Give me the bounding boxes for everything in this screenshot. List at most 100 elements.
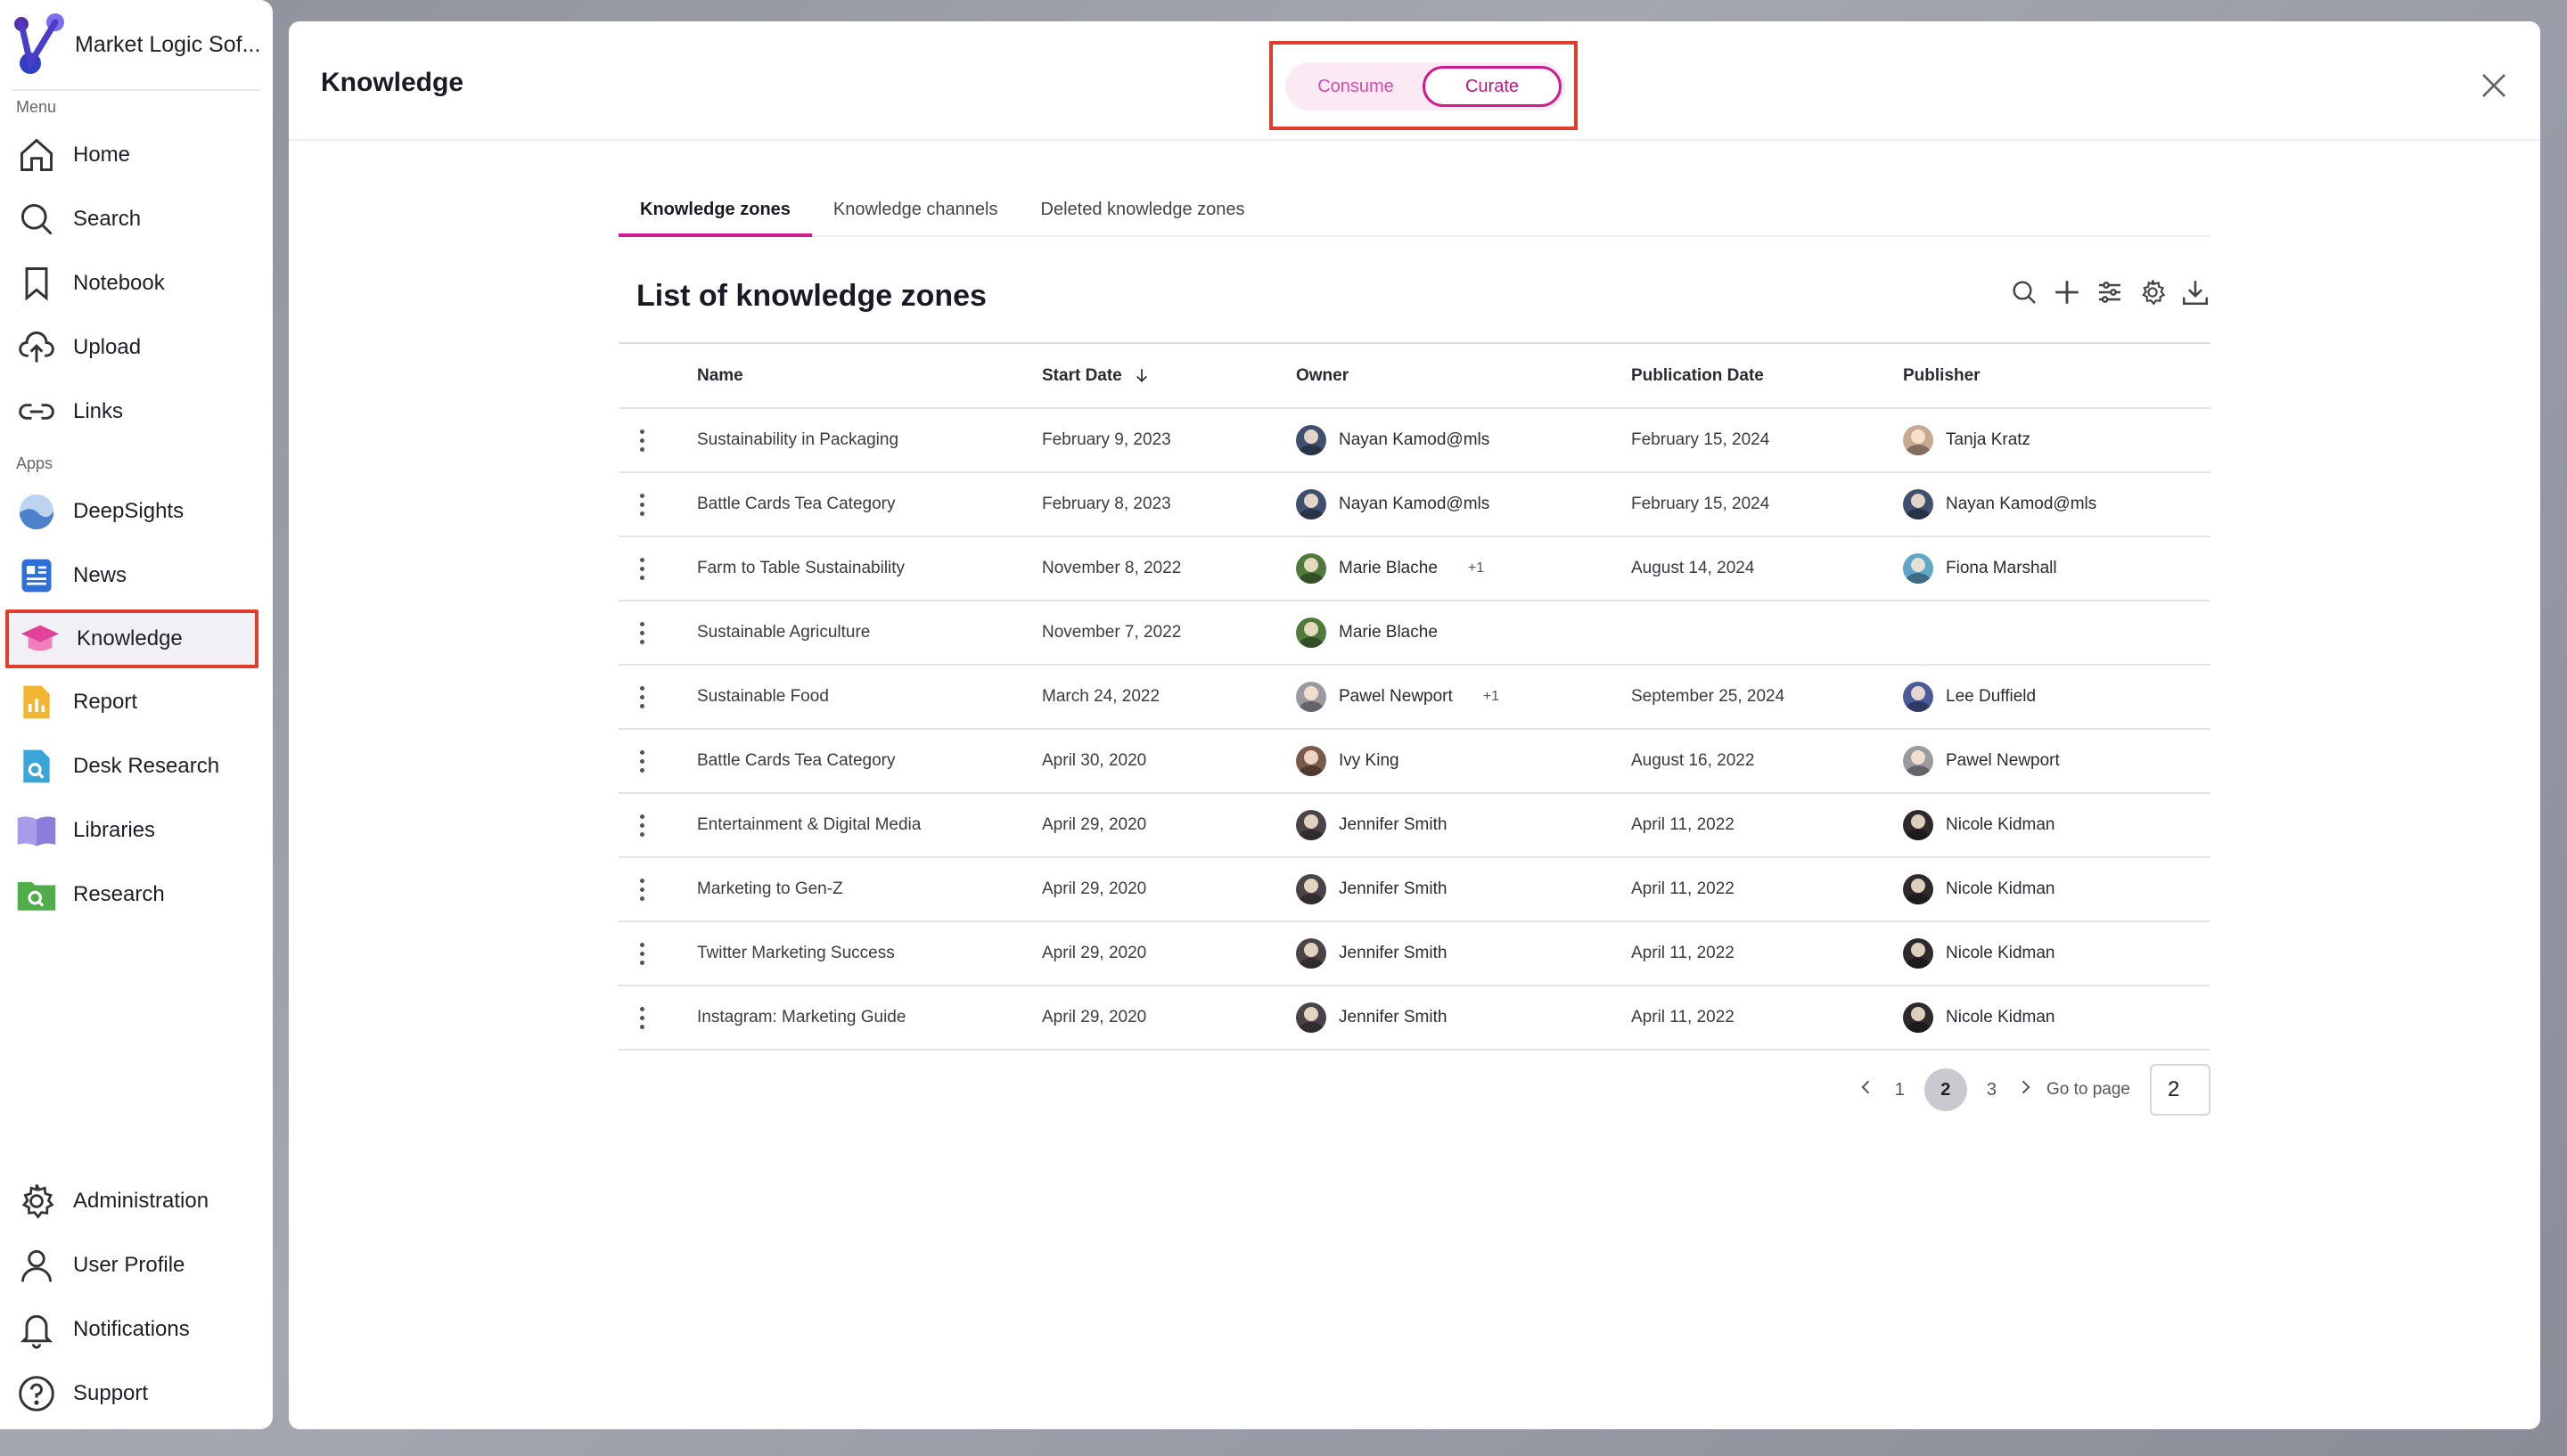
sidebar-item-label: Home [73,143,131,167]
owner: Jennifer Smith [1296,1002,1631,1033]
sidebar-item-notebook[interactable]: Notebook [0,251,273,315]
column-header-publication-date[interactable]: Publication Date [1631,344,1903,409]
column-header-publisher[interactable]: Publisher [1903,344,2210,409]
tab-knowledge-channels[interactable]: Knowledge channels [812,196,1020,237]
column-label: Publisher [1903,365,1981,385]
table-row[interactable]: Sustainable Food March 24, 2022 Pawel Newp… [619,665,2210,730]
owner-name: Ivy King [1339,751,1399,770]
table-row[interactable]: Sustainability in Packaging February 9, 2… [619,408,2210,473]
sidebar-item-label: Notifications [73,1317,190,1341]
sidebar-item-administration[interactable]: Administration [0,1169,273,1233]
more-vertical-icon[interactable] [636,878,647,901]
sidebar-item-label: Upload [73,335,142,359]
zone-name[interactable]: Battle Cards Tea Category [697,729,1042,794]
row-menu-cell [619,986,697,1051]
more-vertical-icon[interactable] [636,814,647,837]
table-row[interactable]: Entertainment & Digital Media April 29, 2… [619,793,2210,858]
brand[interactable]: Market Logic Sof... [0,0,273,89]
sidebar-item-home[interactable]: Home [0,123,273,187]
start-date: March 24, 2022 [1042,665,1296,730]
publisher-cell: Tanja Kratz [1903,408,2210,473]
publisher-name: Lee Duffield [1946,687,2037,706]
table-row[interactable]: Marketing to Gen-Z April 29, 2020 Jennifer… [619,857,2210,922]
sidebar-item-label: Knowledge [77,626,183,650]
sidebar-item-links[interactable]: Links [0,380,273,444]
go-to-page-label: Go to page [2046,1080,2130,1099]
column-header-owner[interactable]: Owner [1296,344,1631,409]
table-row[interactable]: Farm to Table Sustainability November 8, … [619,536,2210,601]
publisher: Tanja Kratz [1903,425,2210,455]
page-1-button[interactable]: 1 [1895,1080,1905,1100]
avatar [1296,746,1326,776]
avatar [1903,810,1933,840]
sidebar-item-news[interactable]: News [0,544,273,608]
knowledge-panel: Knowledge Consume Curate Knowledge zones… [289,21,2540,1429]
more-vertical-icon[interactable] [636,942,647,965]
row-menu-cell [619,665,697,730]
start-date: April 29, 2020 [1042,921,1296,986]
sidebar-item-report[interactable]: Report [0,670,273,734]
publisher-name: Nicole Kidman [1946,815,2055,834]
zone-name[interactable]: Sustainability in Packaging [697,408,1042,473]
more-vertical-icon[interactable] [636,1006,647,1029]
table-row[interactable]: Battle Cards Tea Category February 8, 202… [619,472,2210,537]
go-to-page-input[interactable] [2150,1064,2210,1116]
list-toolbar [2009,277,2210,307]
sidebar-item-search[interactable]: Search [0,187,273,251]
column-header-start-date[interactable]: Start Date [1042,344,1296,409]
more-vertical-icon[interactable] [636,429,647,452]
filter-sliders-icon[interactable] [2095,277,2125,307]
sidebar-item-deepsights[interactable]: DeepSights [0,479,273,544]
table-row[interactable]: Instagram: Marketing Guide April 29, 2020… [619,986,2210,1051]
sidebar-item-research[interactable]: Research [0,863,273,927]
publisher-cell: Lee Duffield [1903,665,2210,730]
more-vertical-icon[interactable] [636,621,647,644]
table-row[interactable]: Sustainable Agriculture November 7, 2022 M… [619,601,2210,666]
avatar [1903,1002,1933,1033]
sidebar-item-knowledge[interactable]: Knowledge [5,609,258,668]
close-icon[interactable] [2480,71,2508,100]
column-header-name[interactable]: Name [697,344,1042,409]
more-vertical-icon[interactable] [636,685,647,708]
column-label: Publication Date [1631,365,1764,385]
prev-page-icon[interactable] [1858,1078,1875,1101]
zone-name[interactable]: Marketing to Gen-Z [697,857,1042,922]
owner-name: Jennifer Smith [1339,1008,1448,1027]
table-row[interactable]: Battle Cards Tea Category April 30, 2020 I… [619,729,2210,794]
sidebar-item-upload[interactable]: Upload [0,315,273,380]
upload-cloud-icon [16,327,57,368]
table-row[interactable]: Twitter Marketing Success April 29, 2020 J… [619,921,2210,986]
tab-knowledge-zones[interactable]: Knowledge zones [619,196,812,237]
zone-name[interactable]: Instagram: Marketing Guide [697,986,1042,1051]
sidebar-item-support[interactable]: Support [0,1362,273,1426]
zone-name[interactable]: Twitter Marketing Success [697,921,1042,986]
zone-name[interactable]: Sustainable Agriculture [697,601,1042,666]
settings-icon[interactable] [2137,277,2168,307]
owner-extra-count[interactable]: +1 [1468,560,1484,577]
start-date: February 8, 2023 [1042,472,1296,537]
consume-toggle-option[interactable]: Consume [1289,66,1423,107]
more-vertical-icon[interactable] [636,749,647,773]
sidebar-item-desk-research[interactable]: Desk Research [0,734,273,798]
tab-deleted-knowledge-zones[interactable]: Deleted knowledge zones [1020,196,1267,237]
zone-name[interactable]: Entertainment & Digital Media [697,793,1042,858]
page-2-button[interactable]: 2 [1923,1068,1967,1111]
page-3-button[interactable]: 3 [1987,1080,1997,1100]
owner-extra-count[interactable]: +1 [1483,689,1499,705]
zone-name[interactable]: Sustainable Food [697,665,1042,730]
download-icon[interactable] [2180,277,2210,307]
row-menu-cell [619,536,697,601]
next-page-icon[interactable] [2016,1078,2034,1101]
more-vertical-icon[interactable] [636,557,647,580]
sidebar-item-user-profile[interactable]: User Profile [0,1233,273,1297]
sidebar-item-libraries[interactable]: Libraries [0,798,273,863]
owner: Jennifer Smith [1296,938,1631,969]
search-icon[interactable] [2009,277,2039,307]
zone-name[interactable]: Battle Cards Tea Category [697,472,1042,537]
sidebar-item-notifications[interactable]: Notifications [0,1297,273,1362]
sidebar-bottom-nav: Administration User Profile Notification… [0,1169,273,1426]
zone-name[interactable]: Farm to Table Sustainability [697,536,1042,601]
add-icon[interactable] [2052,277,2082,307]
more-vertical-icon[interactable] [636,493,647,516]
curate-toggle-option[interactable]: Curate [1423,66,1562,107]
